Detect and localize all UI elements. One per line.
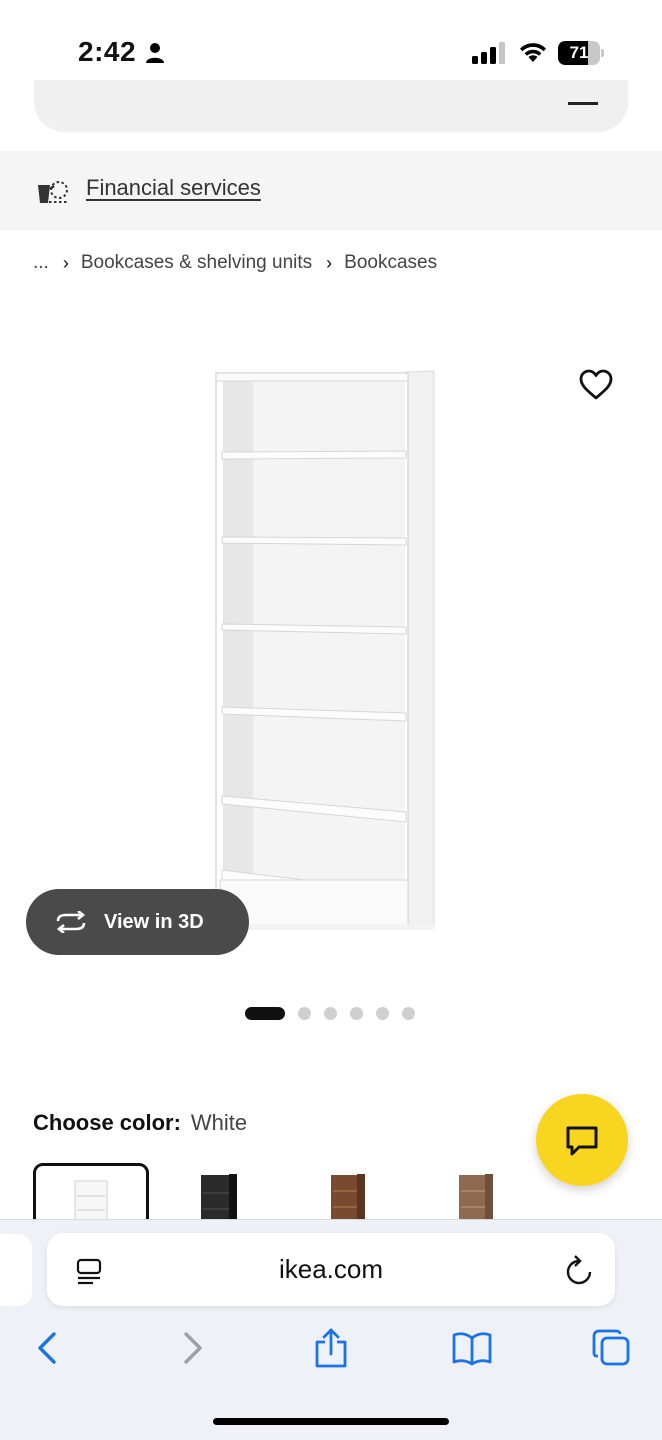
carousel-dot[interactable] [298, 1007, 311, 1020]
tabs-icon[interactable] [592, 1328, 632, 1368]
choose-color-label: Choose color: [33, 1110, 181, 1135]
breadcrumb: ... › Bookcases & shelving units › Bookc… [33, 252, 437, 274]
breadcrumb-item-bookcases[interactable]: Bookcases [344, 252, 437, 274]
chevron-right-icon: › [326, 252, 333, 273]
battery-icon: 71 [558, 41, 604, 65]
breadcrumb-item-bookcases-shelving[interactable]: Bookcases & shelving units [81, 252, 312, 274]
forward-icon[interactable] [174, 1328, 210, 1368]
url-text: ikea.com [278, 1254, 384, 1284]
cellular-signal-icon [472, 42, 505, 64]
carousel-dot-active[interactable] [245, 1007, 285, 1020]
wifi-icon [520, 43, 546, 62]
product-image-bookcase[interactable] [150, 340, 510, 980]
heart-icon[interactable] [578, 368, 614, 402]
back-icon[interactable] [30, 1328, 66, 1368]
search-bar[interactable] [34, 80, 628, 132]
carousel-dot[interactable] [402, 1007, 415, 1020]
home-indicator [213, 1418, 449, 1425]
rotate-3d-icon [56, 911, 86, 933]
swatch-dark-brown[interactable] [291, 1163, 407, 1221]
image-carousel-dots [245, 1007, 428, 1020]
battery-level: 71 [569, 43, 589, 62]
bookmarks-icon[interactable] [451, 1328, 493, 1368]
swatch-black[interactable] [163, 1163, 279, 1221]
view-in-3d-button[interactable]: View in 3D [26, 889, 249, 955]
carousel-dot[interactable] [376, 1007, 389, 1020]
carousel-dot[interactable] [350, 1007, 363, 1020]
address-bar[interactable]: ikea.com [47, 1233, 615, 1306]
person-icon [146, 43, 164, 63]
browser-toolbar: ikea.com [0, 1219, 662, 1440]
previous-tab-peek[interactable] [0, 1234, 32, 1306]
swatch-brown[interactable] [419, 1163, 535, 1221]
reload-icon[interactable] [565, 1255, 593, 1285]
chevron-right-icon: › [62, 252, 69, 273]
financial-services-icon [38, 181, 68, 203]
financial-services-link[interactable]: Financial services [86, 175, 261, 201]
breadcrumb-ellipsis[interactable]: ... [33, 252, 49, 274]
carousel-dot[interactable] [324, 1007, 337, 1020]
view-in-3d-label: View in 3D [104, 910, 204, 933]
share-icon[interactable] [313, 1328, 349, 1368]
swatch-white[interactable] [33, 1163, 149, 1221]
color-swatches [33, 1163, 633, 1221]
status-time: 2:42 [78, 36, 137, 67]
chat-icon [566, 1126, 598, 1156]
choose-color-value: White [190, 1110, 248, 1135]
financial-services-bar: Financial services [0, 151, 662, 230]
choose-color: Choose color: White [33, 1110, 247, 1136]
hamburger-menu-icon[interactable] [568, 102, 598, 105]
